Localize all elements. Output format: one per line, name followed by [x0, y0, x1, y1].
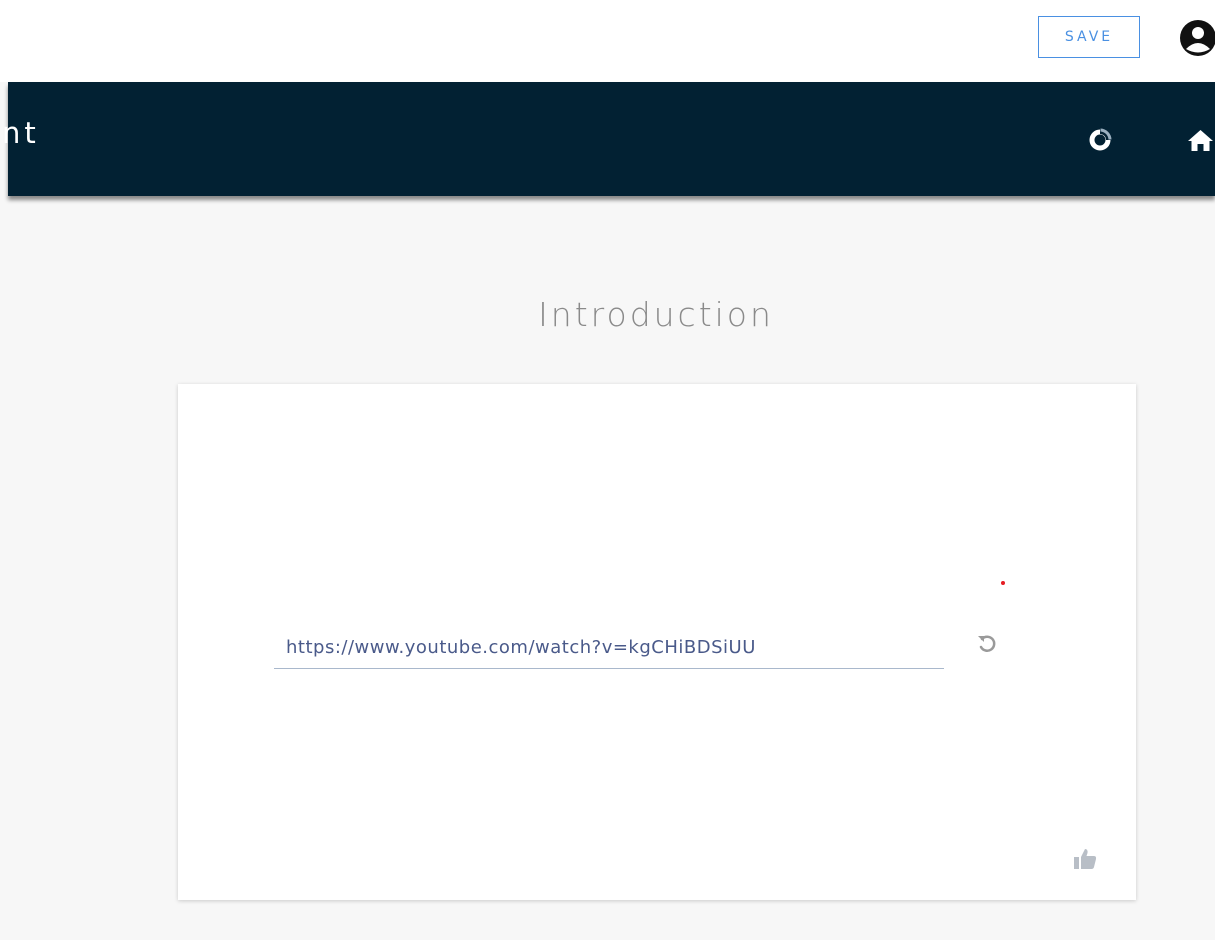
required-marker: [1001, 581, 1005, 585]
home-icon[interactable]: [1186, 128, 1215, 152]
save-button[interactable]: SAVE: [1038, 16, 1140, 58]
top-bar: SAVE: [0, 0, 1215, 82]
nav-title: nt: [2, 116, 40, 150]
video-card: [178, 384, 1136, 900]
video-url-field[interactable]: [274, 628, 944, 669]
progress-icon[interactable]: [1088, 128, 1112, 152]
undo-icon[interactable]: [976, 632, 998, 654]
user-circle-icon[interactable]: [1178, 18, 1215, 58]
section-title: Introduction: [538, 295, 774, 334]
video-url-input[interactable]: [274, 628, 944, 666]
nav-bar: nt: [2, 82, 1215, 196]
thumbs-up-icon[interactable]: [1072, 846, 1098, 872]
